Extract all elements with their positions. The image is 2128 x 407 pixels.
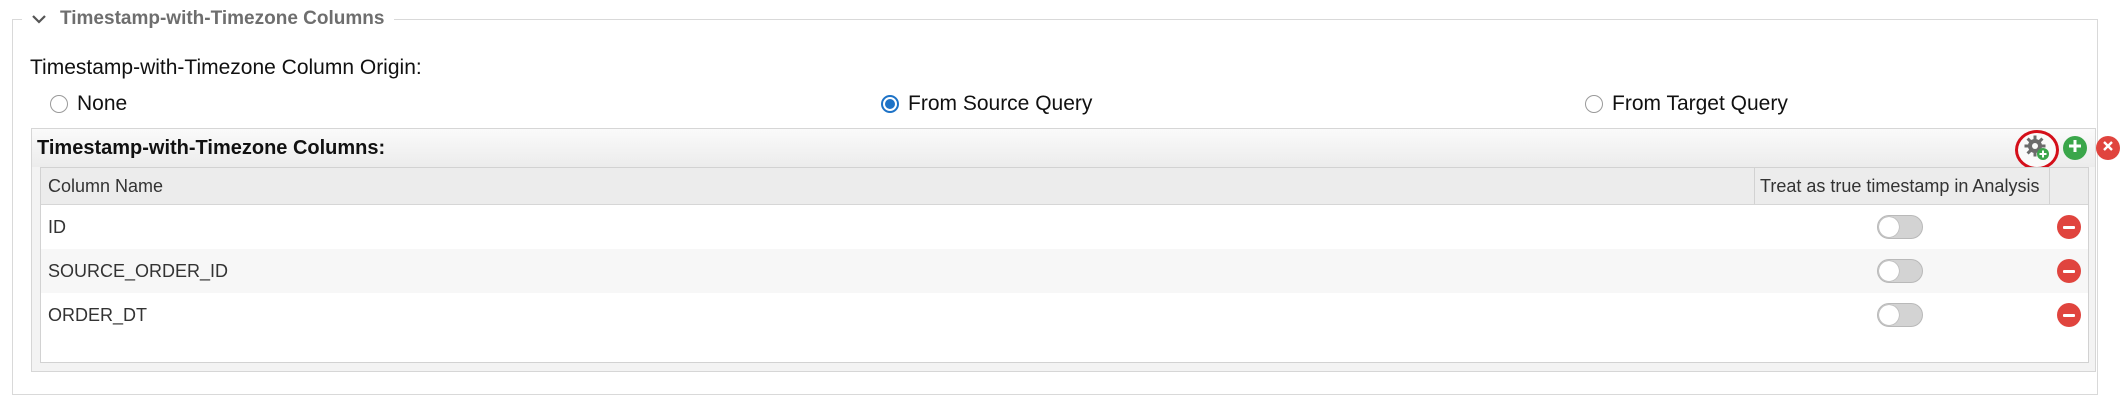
section-legend[interactable]: Timestamp-with-Timezone Columns: [22, 6, 395, 32]
table-row: ID: [41, 205, 2088, 249]
radio-circle[interactable]: [50, 95, 68, 113]
radio-none[interactable]: None: [50, 92, 127, 116]
column-divider: [2049, 168, 2050, 204]
plus-icon: [2068, 139, 2082, 158]
radio-circle[interactable]: [881, 95, 899, 113]
close-button[interactable]: [2096, 136, 2120, 160]
radio-label: From Target Query: [1612, 92, 1788, 115]
panel-title: Timestamp-with-Timezone Columns:: [37, 137, 386, 159]
add-button[interactable]: [2063, 136, 2087, 160]
x-icon: [2102, 139, 2114, 157]
gear-plus-icon: [2023, 134, 2051, 167]
column-header-true-timestamp[interactable]: Treat as true timestamp in Analysis: [1760, 168, 2039, 204]
column-name-cell: SOURCE_ORDER_ID: [48, 260, 229, 281]
radio-label: From Source Query: [908, 92, 1093, 115]
radio-label: None: [77, 92, 128, 115]
settings-button[interactable]: [2015, 130, 2059, 170]
table-row: ORDER_DT: [41, 293, 2088, 337]
radio-circle[interactable]: [1585, 95, 1603, 113]
origin-radio-group: None From Source Query From Target Query: [0, 92, 2128, 122]
true-timestamp-toggle[interactable]: [1877, 215, 1923, 239]
column-name-cell: ORDER_DT: [48, 304, 148, 325]
panel-header: Timestamp-with-Timezone Columns:: [32, 129, 2120, 170]
column-header-name[interactable]: Column Name: [48, 168, 163, 204]
true-timestamp-toggle[interactable]: [1877, 259, 1923, 283]
true-timestamp-toggle[interactable]: [1877, 303, 1923, 327]
minus-icon: [2063, 225, 2075, 229]
origin-label: Timestamp-with-Timezone Column Origin:: [30, 56, 422, 79]
section-title: Timestamp-with-Timezone Columns: [60, 8, 385, 29]
columns-table: Column Name Treat as true timestamp in A…: [40, 167, 2089, 363]
table-row: SOURCE_ORDER_ID: [41, 249, 2088, 293]
remove-row-button[interactable]: [2057, 303, 2081, 327]
column-divider: [1754, 168, 1755, 204]
radio-from-source-query[interactable]: From Source Query: [881, 92, 1092, 116]
table-header: Column Name Treat as true timestamp in A…: [41, 168, 2088, 205]
radio-from-target-query[interactable]: From Target Query: [1585, 92, 1788, 116]
minus-icon: [2063, 313, 2075, 317]
columns-panel: Timestamp-with-Timezone Columns: Column …: [31, 128, 2120, 372]
chevron-down-icon[interactable]: [28, 8, 50, 30]
remove-row-button[interactable]: [2057, 215, 2081, 239]
minus-icon: [2063, 269, 2075, 273]
column-name-cell: ID: [48, 216, 66, 237]
remove-row-button[interactable]: [2057, 259, 2081, 283]
